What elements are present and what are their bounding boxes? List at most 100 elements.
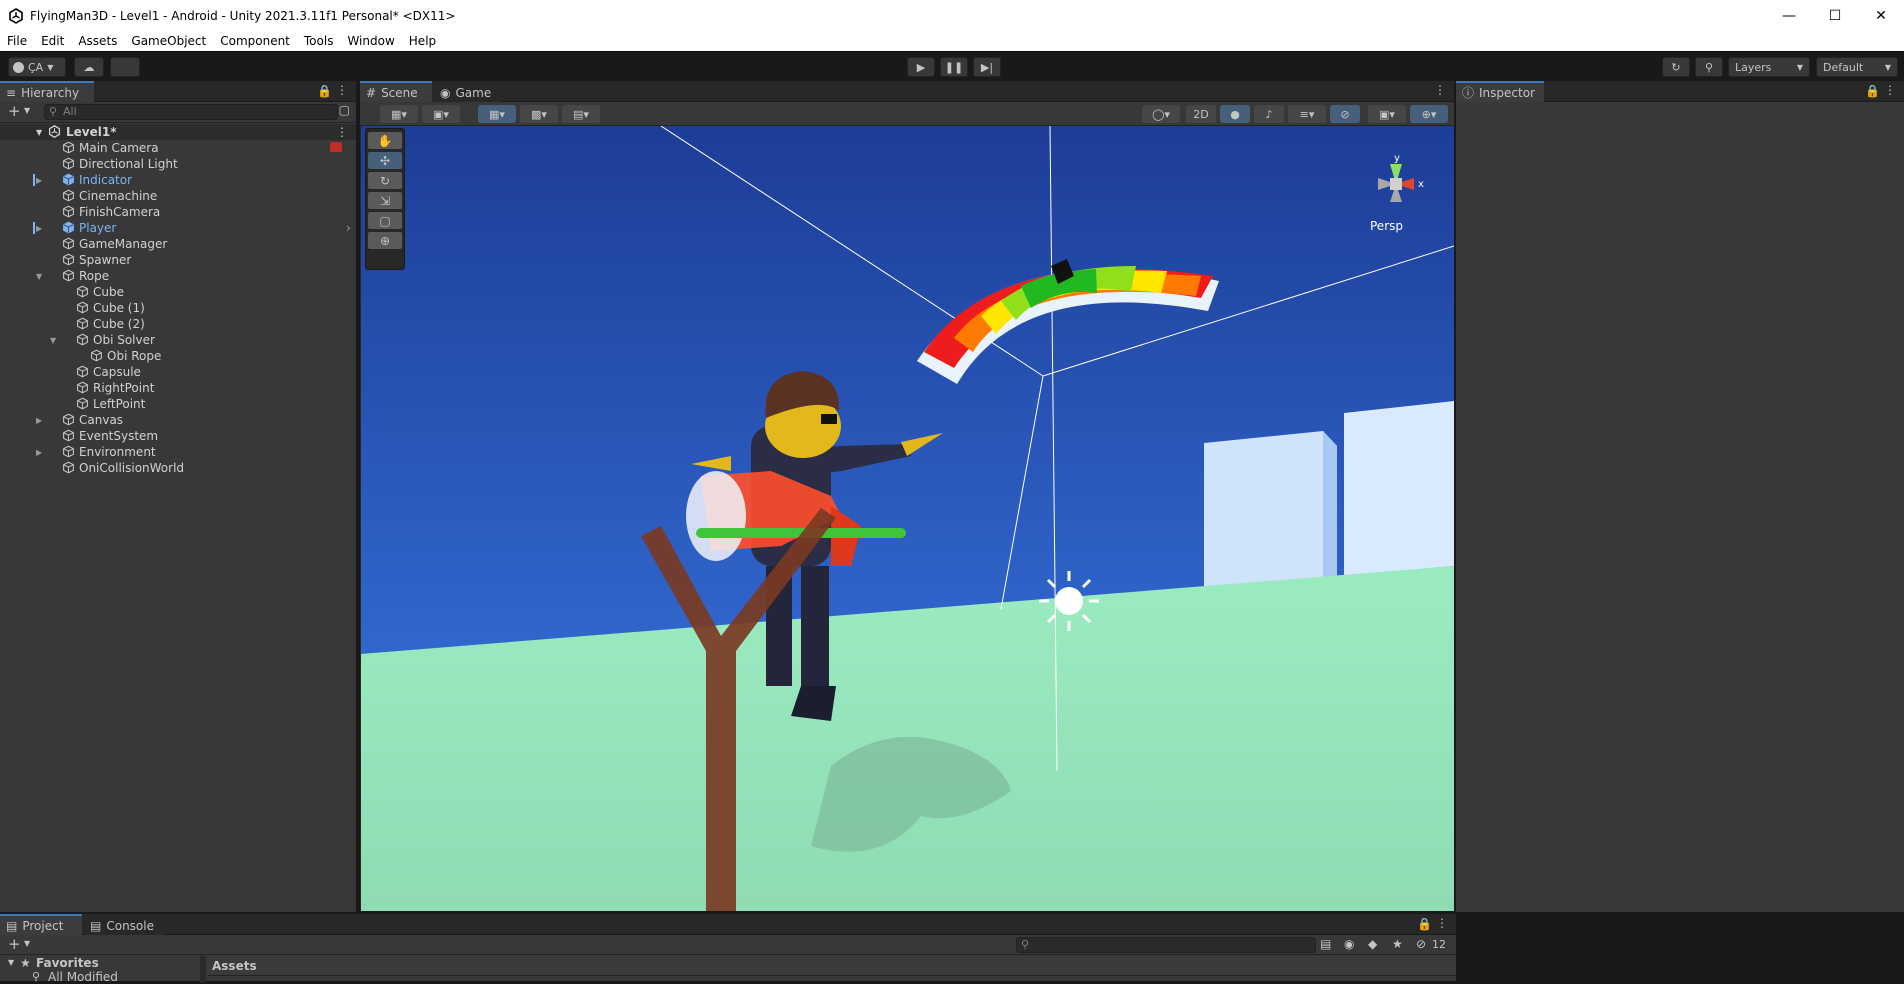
menu-edit[interactable]: Edit bbox=[34, 34, 71, 48]
hierarchy-item[interactable]: LeftPoint bbox=[0, 396, 356, 412]
account-button[interactable]: ÇA ▼ bbox=[8, 57, 66, 77]
chevron-down-icon[interactable]: ▼ bbox=[24, 939, 30, 948]
hidden-objects-toggle[interactable]: ⊘ bbox=[1330, 105, 1360, 123]
hierarchy-item[interactable]: Cube (2) bbox=[0, 316, 356, 332]
assets-label[interactable]: Assets bbox=[212, 959, 257, 973]
tag-icon[interactable]: ◆ bbox=[1368, 937, 1377, 951]
hierarchy-item[interactable]: ▶ Environment bbox=[0, 444, 356, 460]
pause-button[interactable]: ❚❚ bbox=[940, 57, 968, 77]
hierarchy-item[interactable]: ▼ Rope bbox=[0, 268, 356, 284]
hierarchy-item[interactable]: ▼ Obi Solver bbox=[0, 332, 356, 348]
chevron-right-icon[interactable]: ▶ bbox=[36, 176, 42, 185]
all-modified-item[interactable]: All Modified bbox=[48, 970, 118, 984]
history-button[interactable]: ↻ bbox=[1662, 57, 1690, 77]
rect-tool-button[interactable]: ▢ bbox=[368, 212, 402, 229]
kebab-menu-icon[interactable]: ⋮ bbox=[336, 125, 348, 139]
hierarchy-item[interactable]: ▶ Player › bbox=[0, 220, 356, 236]
kebab-menu-icon[interactable]: ⋮ bbox=[336, 83, 348, 97]
menu-component[interactable]: Component bbox=[213, 34, 297, 48]
cloud-button[interactable]: ☁ bbox=[74, 57, 104, 77]
hierarchy-item[interactable]: Directional Light bbox=[0, 156, 356, 172]
hierarchy-item[interactable]: Main Camera bbox=[0, 140, 356, 156]
chevron-right-icon[interactable]: ▶ bbox=[36, 416, 42, 425]
menu-window[interactable]: Window bbox=[340, 34, 401, 48]
layout-dropdown[interactable]: Default ▼ bbox=[1816, 57, 1898, 77]
add-icon[interactable]: + bbox=[8, 102, 21, 120]
menu-file[interactable]: File bbox=[0, 34, 34, 48]
hierarchy-item[interactable]: ▶ Indicator bbox=[0, 172, 356, 188]
search-scene-icon[interactable]: ▢ bbox=[339, 103, 350, 117]
menu-tools[interactable]: Tools bbox=[297, 34, 341, 48]
hierarchy-item[interactable]: Cube bbox=[0, 284, 356, 300]
hierarchy-item[interactable]: OniCollisionWorld bbox=[0, 460, 356, 476]
gizmos-button[interactable]: ⊕▾ bbox=[1410, 105, 1448, 123]
chevron-down-icon[interactable]: ▼ bbox=[50, 336, 56, 345]
hierarchy-item[interactable]: EventSystem bbox=[0, 428, 356, 444]
star-icon[interactable]: ★ bbox=[1392, 937, 1403, 951]
tab-scene[interactable]: # Scene bbox=[360, 81, 432, 102]
filter-label-icon[interactable]: ◉ bbox=[1344, 937, 1354, 951]
snap-button[interactable]: ▩▾ bbox=[520, 105, 558, 123]
menu-assets[interactable]: Assets bbox=[71, 34, 124, 48]
tab-inspector[interactable]: ⓘ Inspector bbox=[1456, 81, 1544, 102]
lock-icon[interactable]: 🔒 bbox=[1417, 917, 1432, 931]
project-search-input[interactable]: ⚲ bbox=[1016, 937, 1316, 953]
move-tool-button[interactable]: ✣ bbox=[368, 152, 402, 169]
chevron-down-icon[interactable]: ▼ bbox=[8, 958, 14, 967]
chevron-right-icon[interactable]: ▶ bbox=[36, 224, 42, 233]
hierarchy-item[interactable]: Cinemachine bbox=[0, 188, 356, 204]
hierarchy-item[interactable]: GameManager bbox=[0, 236, 356, 252]
increment-snap-button[interactable]: ▤▾ bbox=[562, 105, 600, 123]
menu-help[interactable]: Help bbox=[402, 34, 443, 48]
grid-snap-button[interactable]: ▦▾ bbox=[478, 105, 516, 123]
add-icon[interactable]: + bbox=[8, 935, 21, 953]
draw-mode-button[interactable]: ▦▾ bbox=[380, 105, 418, 123]
2d-toggle[interactable]: 2D bbox=[1186, 105, 1216, 123]
lighting-toggle[interactable]: ● bbox=[1220, 105, 1250, 123]
tab-console[interactable]: ▤ Console bbox=[84, 914, 164, 935]
view-tool-button[interactable]: ✋ bbox=[368, 132, 402, 149]
hierarchy-item[interactable]: FinishCamera bbox=[0, 204, 356, 220]
search-button[interactable]: ⚲ bbox=[1695, 57, 1723, 77]
scene-render[interactable]: y x Persp bbox=[361, 126, 1454, 911]
persp-label[interactable]: Persp bbox=[1370, 219, 1403, 233]
minimize-icon[interactable]: — bbox=[1766, 0, 1812, 31]
chevron-down-icon[interactable]: ▼ bbox=[36, 272, 42, 281]
chevron-down-icon[interactable]: ▼ bbox=[24, 106, 30, 115]
hierarchy-item[interactable]: Cube (1) bbox=[0, 300, 356, 316]
layers-dropdown[interactable]: Layers ▼ bbox=[1728, 57, 1810, 77]
scale-tool-button[interactable]: ⇲ bbox=[368, 192, 402, 209]
hierarchy-search-input[interactable]: ⚲ All bbox=[44, 104, 338, 120]
kebab-menu-icon[interactable]: ⋮ bbox=[1434, 83, 1446, 97]
audio-toggle[interactable]: ♪ bbox=[1254, 105, 1284, 123]
maximize-icon[interactable]: ☐ bbox=[1812, 0, 1858, 31]
tab-hierarchy[interactable]: ≡ Hierarchy bbox=[0, 81, 94, 102]
collab-button[interactable] bbox=[110, 57, 140, 77]
transform-tool-button[interactable]: ⊕ bbox=[368, 232, 402, 249]
project-sidebar-scrollbar[interactable] bbox=[200, 956, 206, 983]
menu-gameobject[interactable]: GameObject bbox=[124, 34, 213, 48]
hierarchy-scene-row[interactable]: ▼ Level1* ⋮ bbox=[0, 124, 356, 140]
filter-type-icon[interactable]: ▤ bbox=[1320, 937, 1331, 951]
scene-viewport[interactable]: y x Persp ✋ ✣ ↻ ⇲ ▢ ⊕ bbox=[361, 126, 1454, 911]
chevron-right-icon[interactable]: ▶ bbox=[36, 448, 42, 457]
effects-button[interactable]: ≡▾ bbox=[1288, 105, 1326, 123]
hierarchy-item[interactable]: Obi Rope bbox=[0, 348, 356, 364]
hierarchy-item[interactable]: RightPoint bbox=[0, 380, 356, 396]
rotate-tool-button[interactable]: ↻ bbox=[368, 172, 402, 189]
kebab-menu-icon[interactable]: ⋮ bbox=[1884, 83, 1896, 97]
step-button[interactable]: ▶| bbox=[973, 57, 1001, 77]
hierarchy-item[interactable]: Capsule bbox=[0, 364, 356, 380]
lock-icon[interactable]: 🔒 bbox=[1865, 84, 1880, 98]
close-icon[interactable]: ✕ bbox=[1858, 0, 1904, 31]
tab-game[interactable]: ◉ Game bbox=[434, 81, 500, 102]
sun-icon[interactable] bbox=[1039, 571, 1099, 631]
hierarchy-item[interactable]: ▶ Canvas bbox=[0, 412, 356, 428]
camera-button[interactable]: ▣▾ bbox=[1368, 105, 1406, 123]
play-button[interactable]: ▶ bbox=[907, 57, 935, 77]
hierarchy-item[interactable]: Spawner bbox=[0, 252, 356, 268]
tab-project[interactable]: ▤ Project bbox=[0, 914, 82, 935]
render-mode-button[interactable]: ◯▾ bbox=[1142, 105, 1180, 123]
shading-button[interactable]: ▣▾ bbox=[422, 105, 460, 123]
chevron-right-icon[interactable]: › bbox=[346, 221, 351, 235]
